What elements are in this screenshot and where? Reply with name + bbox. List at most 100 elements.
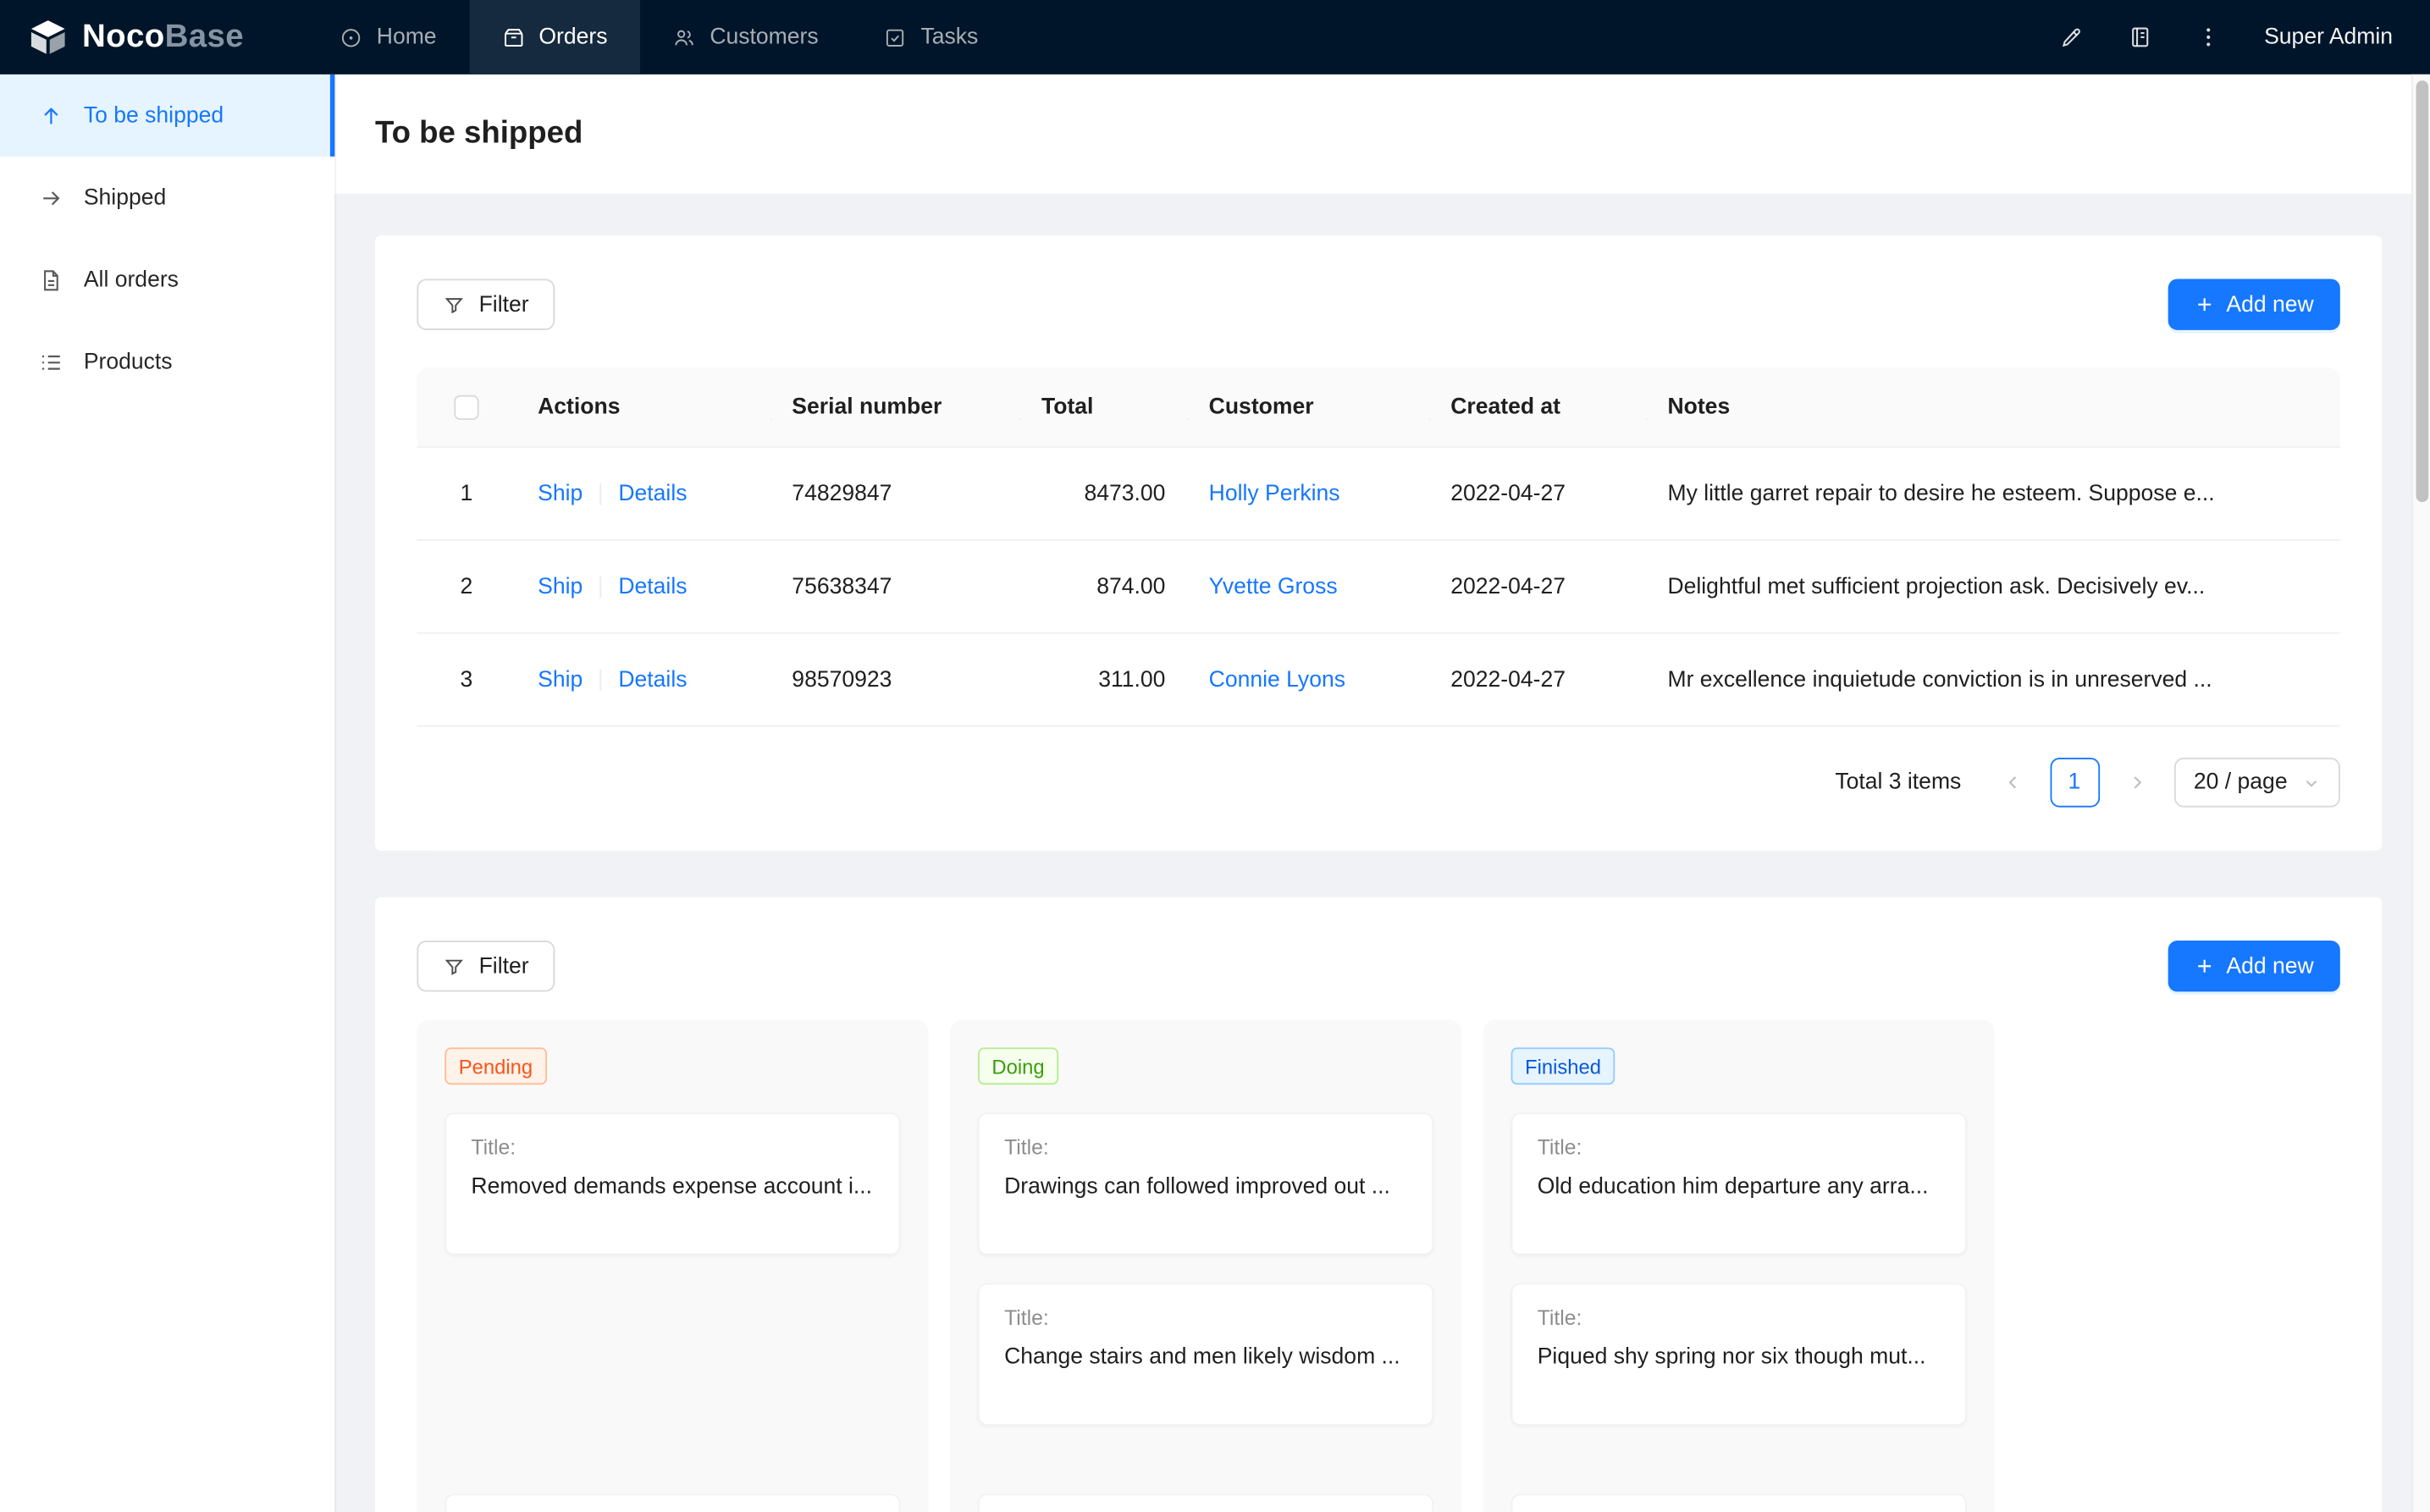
ship-link[interactable]: Ship bbox=[538, 574, 583, 599]
nav-item-orders[interactable]: Orders bbox=[469, 0, 640, 74]
kanban-toolbar: Filter Add new bbox=[417, 941, 2339, 991]
orders-icon bbox=[501, 25, 524, 48]
nocobase-logo[interactable]: NocoBase bbox=[0, 0, 307, 74]
navbar-actions: Super Admin bbox=[2038, 0, 2430, 74]
card-field-value: Change stairs and men likely wisdom ... bbox=[1004, 1345, 1407, 1370]
kanban-card[interactable]: Title: Piqued shy spring nor six though … bbox=[1511, 1283, 1967, 1426]
add-new-button[interactable]: Add new bbox=[2168, 279, 2340, 329]
main-area: To be shipped Filter Add n bbox=[334, 74, 2430, 1512]
chevron-down-icon bbox=[2303, 774, 2320, 791]
customer-link[interactable]: Yvette Gross bbox=[1209, 574, 1338, 599]
customer-link[interactable]: Holly Perkins bbox=[1209, 481, 1340, 505]
scrollbar-thumb[interactable] bbox=[2416, 80, 2429, 502]
details-link[interactable]: Details bbox=[618, 574, 687, 599]
row-actions: Ship Details bbox=[516, 574, 770, 599]
select-all-checkbox[interactable] bbox=[454, 395, 478, 419]
api-doc-button[interactable] bbox=[2106, 0, 2174, 74]
ui-editor-button[interactable] bbox=[2038, 0, 2107, 74]
customer-link[interactable]: Connie Lyons bbox=[1209, 667, 1345, 692]
column-header-serial-number: Serial number bbox=[770, 395, 1020, 419]
total-cell: 874.00 bbox=[1019, 574, 1187, 599]
app-viewport: NocoBase Home Orders Customers bbox=[0, 0, 2430, 1512]
kanban-card[interactable]: Title: Old education him departure any a… bbox=[1511, 1112, 1967, 1255]
previous-page-button[interactable] bbox=[1987, 758, 2037, 808]
kanban-card[interactable]: Title: Change stairs and men likely wisd… bbox=[978, 1283, 1433, 1426]
total-cell: 8473.00 bbox=[1019, 481, 1187, 505]
nocobase-logo-icon bbox=[28, 17, 69, 58]
status-badge: Doing bbox=[978, 1047, 1058, 1084]
main-nav: Home Orders Customers Tasks bbox=[307, 0, 1010, 74]
chevron-left-icon bbox=[2003, 773, 2022, 792]
serial-number-cell: 74829847 bbox=[770, 481, 1020, 505]
sidebar: To be shipped Shipped All orders Product… bbox=[0, 74, 334, 1512]
column-header-actions: Actions bbox=[516, 395, 770, 419]
table-row: 1 ShipDetails 74829847 8473.00 Holly Per… bbox=[417, 448, 2339, 541]
customer-cell: Connie Lyons bbox=[1187, 667, 1429, 692]
customers-icon bbox=[672, 25, 695, 48]
kanban-card[interactable]: Title: Removed demands expense account i… bbox=[445, 1112, 900, 1255]
next-page-button[interactable] bbox=[2112, 758, 2162, 808]
sidebar-item-label: Products bbox=[84, 350, 173, 374]
sidebar-item-to-be-shipped[interactable]: To be shipped bbox=[0, 74, 334, 157]
page-size-select[interactable]: 20 / page bbox=[2173, 758, 2340, 808]
user-menu[interactable]: Super Admin bbox=[2242, 25, 2414, 49]
tasks-kanban-block: Filter Add new Pending Title: bbox=[375, 897, 2382, 1512]
kanban-card[interactable]: Title: Drawings can followed improved ou… bbox=[978, 1112, 1433, 1255]
filter-button[interactable]: Filter bbox=[417, 941, 555, 991]
ship-link[interactable]: Ship bbox=[538, 481, 583, 505]
row-index: 3 bbox=[417, 667, 516, 692]
created-at-cell: 2022-04-27 bbox=[1429, 481, 1646, 505]
notes-cell: Delightful met sufficient projection ask… bbox=[1646, 574, 2278, 599]
notes-cell: Mr excellence inquietude conviction is i… bbox=[1646, 667, 2278, 692]
nav-item-customers[interactable]: Customers bbox=[640, 0, 851, 74]
card-field-value: Drawings can followed improved out ... bbox=[1004, 1174, 1407, 1199]
sidebar-item-products[interactable]: Products bbox=[0, 321, 334, 403]
ship-link[interactable]: Ship bbox=[538, 667, 583, 692]
page-number-button[interactable]: 1 bbox=[2050, 758, 2100, 808]
row-actions: Ship Details bbox=[516, 667, 770, 692]
serial-number-cell: 75638347 bbox=[770, 574, 1020, 599]
sidebar-item-label: All orders bbox=[84, 268, 179, 292]
add-new-button[interactable]: Add new bbox=[2168, 941, 2340, 991]
table-row: 3 ShipDetails 98570923 311.00 Connie Lyo… bbox=[417, 634, 2339, 727]
kanban-card-partial bbox=[978, 1493, 1433, 1512]
filter-button[interactable]: Filter bbox=[417, 279, 555, 329]
notes-cell: My little garret repair to desire he est… bbox=[1646, 481, 2278, 505]
sidebar-item-shipped[interactable]: Shipped bbox=[0, 157, 334, 239]
nav-item-home[interactable]: Home bbox=[307, 0, 469, 74]
orders-table-block: Filter Add new Actions Serial number bbox=[375, 235, 2382, 851]
tasks-icon bbox=[884, 25, 907, 48]
card-field-value: Piqued shy spring nor six though mut... bbox=[1538, 1345, 1941, 1370]
nav-item-label: Customers bbox=[710, 25, 818, 49]
filter-icon bbox=[443, 294, 465, 316]
customer-cell: Yvette Gross bbox=[1187, 574, 1429, 599]
card-field-label: Title: bbox=[1538, 1136, 1941, 1159]
top-navbar: NocoBase Home Orders Customers bbox=[0, 0, 2430, 74]
action-divider bbox=[599, 576, 601, 598]
details-link[interactable]: Details bbox=[618, 481, 687, 505]
chevron-right-icon bbox=[2127, 773, 2146, 792]
sidebar-item-label: Shipped bbox=[84, 185, 166, 210]
table-row: 2 ShipDetails 75638347 874.00 Yvette Gro… bbox=[417, 541, 2339, 634]
column-header-total: Total bbox=[1019, 395, 1187, 419]
file-icon bbox=[39, 268, 64, 292]
card-field-value: Old education him departure any arra... bbox=[1538, 1174, 1941, 1199]
nav-item-label: Home bbox=[377, 25, 437, 49]
status-badge: Pending bbox=[445, 1047, 546, 1084]
serial-number-cell: 98570923 bbox=[770, 667, 1020, 692]
column-header-customer: Customer bbox=[1187, 395, 1429, 419]
nav-item-tasks[interactable]: Tasks bbox=[851, 0, 1011, 74]
kanban-column-doing: Doing Title: Drawings can followed impro… bbox=[950, 1019, 1461, 1512]
arrow-up-icon bbox=[39, 103, 64, 128]
column-header-created-at: Created at bbox=[1429, 395, 1646, 419]
select-all-cell bbox=[417, 395, 516, 420]
status-badge: Finished bbox=[1511, 1047, 1615, 1084]
kanban-column-finished: Finished Title: Old education him depart… bbox=[1483, 1019, 1995, 1512]
created-at-cell: 2022-04-27 bbox=[1429, 667, 1646, 692]
details-link[interactable]: Details bbox=[618, 667, 687, 692]
orders-table: Actions Serial number Total Customer Cre… bbox=[417, 367, 2339, 727]
sidebar-item-all-orders[interactable]: All orders bbox=[0, 239, 334, 321]
more-menu-button[interactable] bbox=[2174, 0, 2243, 74]
book-icon bbox=[2128, 25, 2152, 49]
vertical-scrollbar[interactable] bbox=[2411, 74, 2430, 1512]
